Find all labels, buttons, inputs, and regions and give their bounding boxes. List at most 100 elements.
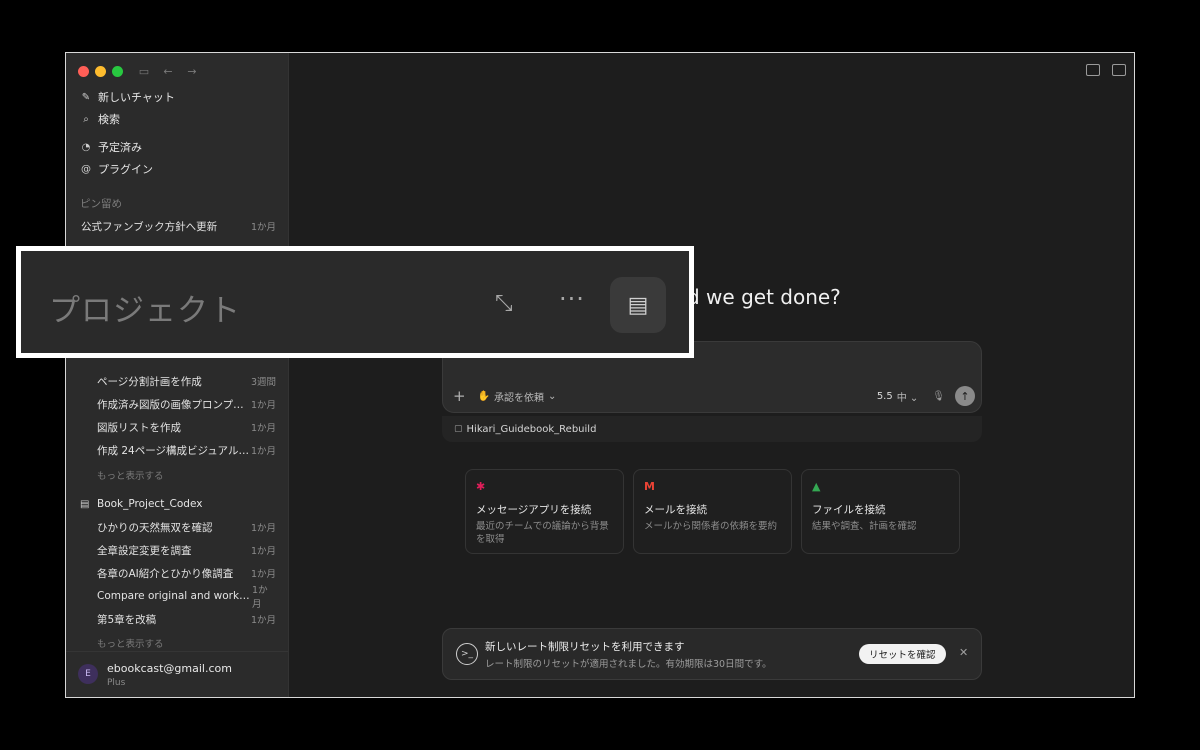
avatar: E (78, 664, 98, 684)
chat-item[interactable]: ページ分割計画を作成 3週間 (97, 371, 276, 391)
more-options-icon[interactable]: ··· (559, 285, 585, 313)
sidebar-item-new-chat[interactable]: ✎ 新しいチャット (78, 86, 278, 108)
new-project-button[interactable]: ▤ (610, 277, 666, 333)
titlebar: ▭ ← → (78, 65, 199, 78)
top-right-controls (1086, 64, 1126, 76)
minimize-window-button[interactable] (95, 65, 106, 77)
chat-title: 全章設定変更を調査 (97, 544, 192, 557)
chat-item[interactable]: 全章設定変更を調査 1か月 (97, 540, 276, 560)
project-attachment[interactable]: ▢ Hikari_Guidebook_Rebuild (442, 416, 982, 442)
zoom-window-button[interactable] (112, 65, 123, 77)
terminal-icon: >_ (456, 643, 478, 665)
add-attachment-icon[interactable]: + (453, 387, 466, 405)
chat-title: 公式ファンブック方針へ更新 (81, 220, 218, 233)
right-panel-toggle-icon[interactable] (1112, 64, 1126, 76)
terminal-panel-icon[interactable] (1086, 64, 1100, 76)
collapse-icon[interactable]: ⤡ (495, 291, 513, 316)
account-plan: Plus (107, 678, 126, 688)
sidebar-item-label: 検索 (98, 113, 120, 126)
folder-icon: ▤ (80, 498, 90, 510)
project-name: Book_Project_Codex (97, 498, 203, 510)
sidebar-toggle-icon[interactable]: ▭ (137, 65, 151, 78)
show-more-link[interactable]: もっと表示する (97, 636, 164, 650)
chat-item[interactable]: 作成済み図版の画像プロンプ… 1か月 (97, 394, 276, 414)
sidebar-item-scheduled[interactable]: ◔ 予定済み (78, 136, 278, 158)
connect-mail-card[interactable]: M メールを接続 メールから関係者の依頼を要約 (633, 469, 792, 554)
toast-title: 新しいレート制限リセットを利用できます (485, 641, 685, 653)
chat-date: 1か月 (250, 446, 276, 457)
chat-date: 1か月 (250, 222, 276, 233)
sidebar-mid-nav: ◔ 予定済み @ プラグイン (78, 136, 278, 180)
chat-item[interactable]: 図版リストを作成 1か月 (97, 417, 276, 437)
chat-date: 1か月 (250, 569, 276, 580)
approval-mode-label: 承認を依頼 (494, 392, 545, 404)
chat-title: 作成 24ページ構成ビジュアル… (97, 444, 249, 457)
card-description: 結果や調査、計画を確認 (812, 521, 917, 532)
page-title: d we get done? (687, 285, 841, 309)
effort-selector[interactable]: 中 ⌄ (897, 389, 919, 404)
account-email: ebookcast@gmail.com (107, 662, 232, 675)
show-more-link[interactable]: もっと表示する (97, 468, 164, 482)
chat-date: 1か月 (250, 400, 276, 411)
chat-item[interactable]: 第5章を改稿 1か月 (97, 609, 276, 629)
sidebar-item-label: 予定済み (98, 141, 142, 154)
chat-date: 1か月 (250, 615, 276, 626)
chat-title: 各章のAI紹介とひかり像調査 (97, 567, 234, 580)
main-panel: d we get done? + ✋ 承認を依頼 ⌄ 5.5 中 ⌄ 🎙 ↑ ▢… (289, 53, 1134, 697)
chat-title: ひかりの天然無双を確認 (97, 521, 213, 534)
project-folder-book-project-codex[interactable]: ▤ Book_Project_Codex (80, 498, 202, 510)
chat-date: 3週間 (250, 377, 276, 388)
connect-messaging-card[interactable]: ✱ メッセージアプリを接続 最近のチームでの議論から背景を取得 (465, 469, 624, 554)
send-button[interactable]: ↑ (955, 386, 975, 406)
card-description: メールから関係者の依頼を要約 (644, 521, 778, 532)
rate-limit-toast: >_ 新しいレート制限リセットを利用できます レート制限のリセットが適用されまし… (442, 628, 982, 680)
sidebar-item-label: プラグイン (98, 163, 153, 176)
confirm-reset-button[interactable]: リセットを確認 (859, 644, 946, 664)
chat-item[interactable]: 作成 24ページ構成ビジュアル… 1か月 (97, 440, 276, 460)
sidebar: ▭ ← → ✎ 新しいチャット ⌕ 検索 ◔ 予定済み @ プラグイン ピン留め… (66, 53, 289, 697)
sidebar-item-label: 新しいチャット (98, 91, 175, 104)
chat-title: 第5章を改稿 (97, 613, 157, 626)
composer-toolbar: + ✋ 承認を依頼 ⌄ 5.5 中 ⌄ 🎙 ↑ (453, 386, 975, 406)
sidebar-top-nav: ✎ 新しいチャット ⌕ 検索 (78, 86, 278, 130)
chevron-down-icon: ⌄ (909, 392, 919, 404)
chat-date: 1か月 (250, 546, 276, 557)
approval-mode-dropdown[interactable]: ✋ 承認を依頼 ⌄ (478, 389, 557, 404)
effort-label: 中 (896, 392, 907, 404)
pinned-chat-item[interactable]: 公式ファンブック方針へ更新 1か月 (81, 216, 276, 236)
edit-icon: ✎ (81, 91, 91, 103)
toast-body: レート制限のリセットが適用されました。有効期限は30日間です。 (485, 659, 772, 670)
chat-item[interactable]: ひかりの天然無双を確認 1か月 (97, 517, 276, 537)
card-title: ファイルを接続 (812, 504, 886, 516)
chat-title: 図版リストを作成 (97, 421, 181, 434)
chevron-down-icon: ⌄ (548, 390, 557, 402)
close-window-button[interactable] (78, 65, 89, 77)
sidebar-item-search[interactable]: ⌕ 検索 (78, 108, 278, 130)
gmail-icon: M (644, 480, 655, 493)
zoom-callout: プロジェクト ⤡ ··· ▤ (16, 246, 694, 358)
chat-item[interactable]: 各章のAI紹介とひかり像調査 1か月 (97, 563, 276, 583)
chat-title: Compare original and workin… (97, 590, 253, 602)
model-version[interactable]: 5.5 (877, 391, 893, 402)
card-title: メールを接続 (644, 504, 707, 516)
connect-files-card[interactable]: ▲ ファイルを接続 結果や調査、計画を確認 (801, 469, 960, 554)
close-icon[interactable]: ✕ (959, 646, 968, 659)
chat-date: 1か月 (252, 585, 268, 610)
account-menu[interactable]: E ebookcast@gmail.com Plus (66, 651, 288, 697)
chat-date: 1か月 (250, 423, 276, 434)
pinned-section-label: ピン留め (80, 198, 122, 210)
document-icon: ▢ (454, 424, 463, 434)
chat-date: 1か月 (250, 523, 276, 534)
hand-icon: ✋ (477, 390, 491, 402)
microphone-icon[interactable]: 🎙 (932, 391, 945, 402)
chat-item[interactable]: Compare original and workin… 1か月 (97, 585, 276, 610)
card-title: メッセージアプリを接続 (476, 504, 592, 516)
plugin-icon: @ (81, 163, 91, 175)
projects-section-title: プロジェクト (49, 293, 241, 329)
attachment-name: Hikari_Guidebook_Rebuild (466, 423, 597, 435)
drive-icon: ▲ (812, 480, 821, 493)
back-arrow-icon[interactable]: ← (161, 65, 175, 78)
connector-cards: ✱ メッセージアプリを接続 最近のチームでの議論から背景を取得 M メールを接続… (465, 469, 960, 554)
forward-arrow-icon[interactable]: → (185, 65, 199, 78)
sidebar-item-plugins[interactable]: @ プラグイン (78, 158, 278, 180)
